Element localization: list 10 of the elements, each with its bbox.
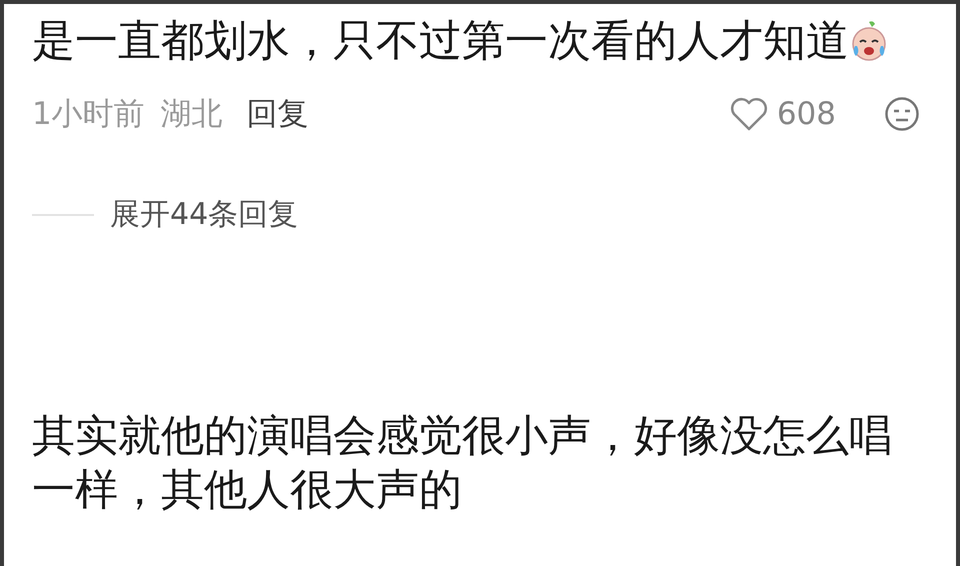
comment-location: 湖北: [160, 94, 223, 134]
comment-text: 是一直都划水，只不过第一次看的人才知道: [32, 15, 849, 68]
comment-text: 其实就他的演唱会感觉很小声，好像没怎么唱一样，其他人很大声的: [32, 410, 893, 517]
heart-icon: [728, 97, 769, 131]
like-button[interactable]: 608: [728, 90, 836, 138]
dislike-button[interactable]: [884, 96, 920, 132]
neutral-face-icon: [884, 96, 920, 132]
reply-link[interactable]: 回复: [246, 90, 309, 138]
expand-replies-link[interactable]: 展开44条回复: [110, 192, 298, 237]
comment-time: 1小时前: [32, 94, 145, 134]
